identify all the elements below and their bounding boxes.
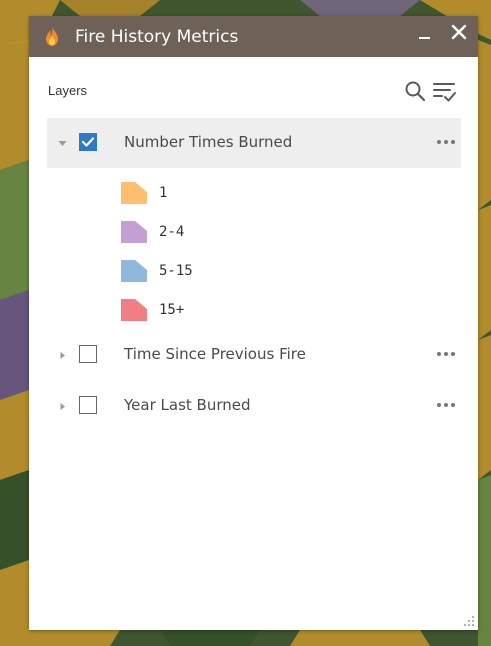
more-dot xyxy=(437,403,441,407)
legend-item: 2-4 xyxy=(121,219,321,247)
legend-swatch xyxy=(121,260,147,282)
legend-label: 2-4 xyxy=(159,224,185,240)
layer-row-year-last-burned[interactable]: Year Last Burned xyxy=(47,381,461,431)
layer-checkbox[interactable] xyxy=(79,133,97,151)
layer-row-number-times-burned[interactable]: Number Times Burned xyxy=(47,118,461,168)
layer-checkbox[interactable] xyxy=(79,396,97,414)
more-dot xyxy=(451,352,455,356)
layer-row-time-since-previous-fire[interactable]: Time Since Previous Fire xyxy=(47,330,461,380)
layer-name: Time Since Previous Fire xyxy=(124,345,306,363)
checkmark-icon xyxy=(81,137,95,147)
more-dot xyxy=(444,403,448,407)
search-icon[interactable] xyxy=(404,80,426,102)
legend-swatch xyxy=(121,182,147,204)
expand-arrow-icon[interactable] xyxy=(58,402,67,411)
collapse-arrow-icon[interactable] xyxy=(58,139,67,148)
more-dot xyxy=(437,140,441,144)
more-options-button[interactable] xyxy=(437,349,457,359)
filter-list-icon[interactable] xyxy=(432,80,458,104)
more-dot xyxy=(451,403,455,407)
panel-title: Fire History Metrics xyxy=(75,27,239,47)
layer-list-panel: Fire History Metrics Layers Number Times… xyxy=(29,16,478,630)
legend-label: 5-15 xyxy=(159,263,193,279)
legend-label: 1 xyxy=(159,185,168,201)
panel-titlebar[interactable]: Fire History Metrics xyxy=(29,16,478,57)
more-options-button[interactable] xyxy=(437,137,457,147)
legend-label: 15+ xyxy=(159,302,185,318)
layer-checkbox[interactable] xyxy=(79,345,97,363)
legend-swatch xyxy=(121,221,147,243)
legend-item: 5-15 xyxy=(121,258,321,286)
expand-arrow-icon[interactable] xyxy=(58,351,67,360)
minimize-button[interactable] xyxy=(417,25,433,45)
resize-grip-icon[interactable] xyxy=(463,615,475,627)
layer-name: Number Times Burned xyxy=(124,133,293,151)
close-icon[interactable] xyxy=(450,23,468,41)
legend-swatch xyxy=(121,299,147,321)
more-dot xyxy=(444,352,448,356)
flame-icon xyxy=(46,27,58,46)
layer-name: Year Last Burned xyxy=(124,396,251,414)
more-dot xyxy=(444,140,448,144)
layers-heading: Layers xyxy=(48,83,88,98)
more-dot xyxy=(451,140,455,144)
legend-item: 15+ xyxy=(121,297,321,325)
more-options-button[interactable] xyxy=(437,400,457,410)
more-dot xyxy=(437,352,441,356)
legend-item: 1 xyxy=(121,180,321,208)
